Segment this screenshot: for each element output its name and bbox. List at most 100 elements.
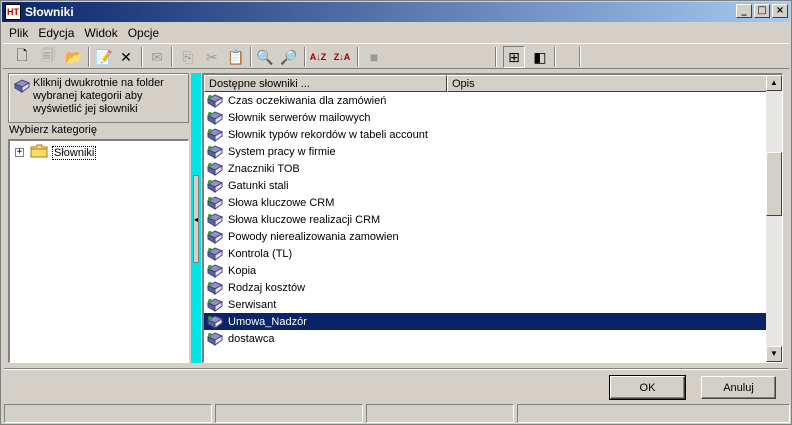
list-item-label: Kopia: [228, 264, 257, 277]
status-cell: [215, 404, 363, 423]
edit-folder-icon[interactable]: 📂: [63, 46, 85, 68]
toolbar-separator: [141, 47, 143, 67]
status-cell: [517, 404, 790, 423]
toolbar-separator: [304, 47, 306, 67]
pane-splitter[interactable]: ◂: [191, 73, 201, 363]
scroll-thumb[interactable]: [766, 152, 782, 216]
category-tree[interactable]: + Słowniki: [8, 139, 189, 363]
edit-icon[interactable]: 📝: [93, 46, 115, 68]
list-item[interactable]: Gatunki stali: [204, 177, 767, 194]
list-item-label: Słownik typów rekordów w tabeli account: [228, 128, 428, 141]
tree-node-slowniki[interactable]: + Słowniki: [15, 144, 97, 161]
list-item-label: Czas oczekiwania dla zamówień: [228, 94, 387, 107]
list-item-label: Słownik serwerów mailowych: [228, 111, 371, 124]
dictionary-book-icon: [206, 229, 224, 245]
list-item[interactable]: Słowa kluczowe realizacji CRM: [204, 211, 767, 228]
app-icon: HT: [5, 4, 21, 20]
window-controls: _ □ ×: [736, 4, 788, 18]
tree-node-label: Słowniki: [52, 145, 97, 160]
toolbar-separator: [495, 47, 497, 67]
expand-icon[interactable]: +: [15, 148, 24, 157]
title-bar[interactable]: HT Słowniki _ □ ×: [2, 2, 790, 22]
list-item-label: Serwisant: [228, 298, 277, 311]
divider: [4, 368, 788, 370]
filter-icon[interactable]: ■: [363, 46, 385, 68]
find-next-icon[interactable]: 🔎: [278, 46, 300, 68]
status-cell: [4, 404, 212, 423]
list-item-label: Powody nierealizowania zamowien: [228, 230, 399, 243]
status-bar: [4, 404, 790, 423]
list-item[interactable]: Kontrola (TL): [204, 245, 767, 262]
list-item[interactable]: Kopia: [204, 262, 767, 279]
list-item-label: Umowa_Nadzór: [227, 315, 308, 328]
toolbar-separator: [88, 47, 90, 67]
ok-button[interactable]: OK: [609, 375, 686, 400]
toggle-pane-icon[interactable]: ◧: [529, 46, 551, 68]
folder-icon: [30, 144, 48, 161]
scroll-down-button[interactable]: ▼: [766, 346, 782, 362]
list-item[interactable]: Umowa_Nadzór: [204, 313, 767, 330]
scroll-up-button[interactable]: ▲: [766, 75, 782, 91]
list-item[interactable]: Słownik serwerów mailowych: [204, 109, 767, 126]
menu-plik[interactable]: Plik: [3, 24, 33, 42]
menu-edycja[interactable]: Edycja: [33, 24, 79, 42]
dictionary-book-icon: [206, 246, 224, 262]
dictionary-book-icon: [13, 78, 31, 97]
column-header-description[interactable]: Opis: [447, 75, 767, 92]
category-label: Wybierz kategorię: [9, 124, 97, 136]
list-item-label: dostawca: [228, 332, 275, 345]
maximize-button[interactable]: □: [754, 4, 770, 18]
cut-icon[interactable]: ✂: [201, 46, 223, 68]
window-title: Słowniki: [25, 5, 74, 19]
sort-descending-icon[interactable]: Z↓A: [331, 46, 353, 68]
find-icon[interactable]: 🔍: [254, 46, 276, 68]
dictionary-book-icon: [206, 280, 224, 296]
send-icon[interactable]: ✉: [146, 46, 168, 68]
list-item-label: Słowa kluczowe CRM: [228, 196, 335, 209]
toolbar-separator: [250, 47, 252, 67]
collapse-arrow-icon[interactable]: ◂: [193, 175, 199, 263]
list-item[interactable]: Serwisant: [204, 296, 767, 313]
menu-bar: Plik Edycja Widok Opcje: [3, 23, 164, 42]
list-item-label: Rodzaj kosztów: [228, 281, 306, 294]
dictionary-book-icon: [206, 93, 224, 109]
list-item[interactable]: Słownik typów rekordów w tabeli account: [204, 126, 767, 143]
toolbar-separator: [171, 47, 173, 67]
vertical-scrollbar[interactable]: ▲ ▼: [766, 75, 782, 362]
dictionaries-window: HT Słowniki _ □ × Plik Edycja Widok Opcj…: [0, 0, 792, 425]
list-item[interactable]: System pracy w firmie: [204, 143, 767, 160]
list-item-label: Słowa kluczowe realizacji CRM: [228, 213, 381, 226]
menu-opcje[interactable]: Opcje: [123, 24, 164, 42]
dictionary-book-icon: [206, 161, 224, 177]
dictionary-book-icon: [206, 195, 224, 211]
list-item[interactable]: Czas oczekiwania dla zamówień: [204, 92, 767, 109]
tree-view-icon[interactable]: ⊞: [503, 46, 525, 68]
list-item[interactable]: Znaczniki TOB: [204, 160, 767, 177]
close-button[interactable]: ×: [772, 4, 788, 18]
delete-icon[interactable]: ✕: [115, 46, 137, 68]
dictionary-list[interactable]: Dostępne słowniki ... Opis Czas oczekiwa…: [202, 73, 783, 363]
hint-panel: Kliknij dwukrotnie na folder wybranej ka…: [8, 73, 189, 123]
list-item[interactable]: Powody nierealizowania zamowien: [204, 228, 767, 245]
dictionary-book-icon: [206, 212, 224, 228]
cancel-button[interactable]: Anuluj: [701, 376, 776, 399]
toolbar-separator: [554, 47, 556, 67]
new-document-icon[interactable]: 🗋: [11, 46, 33, 68]
list-item[interactable]: Słowa kluczowe CRM: [204, 194, 767, 211]
paste-icon[interactable]: 📋: [225, 46, 247, 68]
properties-icon[interactable]: 🗐: [37, 46, 59, 68]
list-item-label: Gatunki stali: [228, 179, 289, 192]
sort-ascending-icon[interactable]: A↓Z: [307, 46, 329, 68]
dictionary-book-icon: [206, 331, 224, 347]
list-item[interactable]: dostawca: [204, 330, 767, 347]
list-header: Dostępne słowniki ... Opis: [204, 75, 767, 92]
column-header-name[interactable]: Dostępne słowniki ...: [204, 75, 447, 92]
toolbar-separator: [579, 47, 581, 67]
list-item[interactable]: Rodzaj kosztów: [204, 279, 767, 296]
dictionary-book-icon: [206, 144, 224, 160]
menu-widok[interactable]: Widok: [79, 24, 122, 42]
toolbar-separator: [357, 47, 359, 67]
list-item-label: Znaczniki TOB: [228, 162, 300, 175]
copy-icon[interactable]: ⎘: [177, 46, 199, 68]
minimize-button[interactable]: _: [736, 4, 752, 18]
